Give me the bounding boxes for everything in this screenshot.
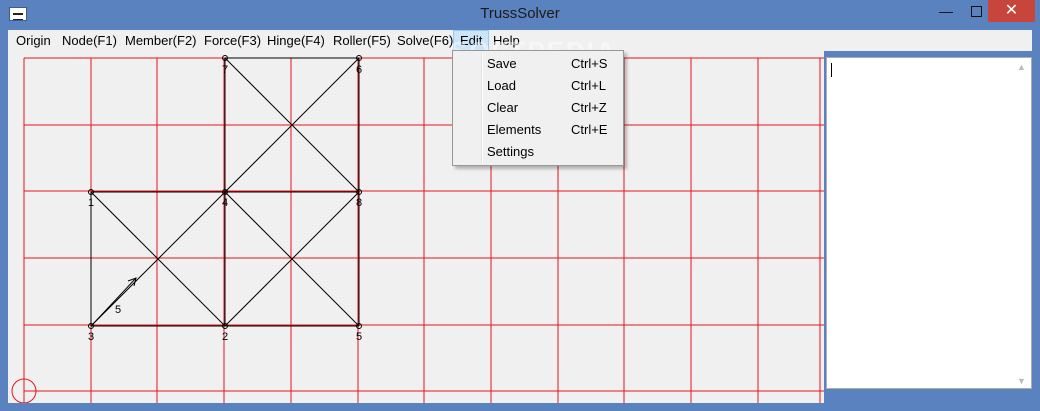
menu-item-elements[interactable]: Elements Ctrl+E xyxy=(455,119,621,141)
menu-item-label: Load xyxy=(487,78,516,93)
menu-item-label: Clear xyxy=(487,100,519,115)
menu-member[interactable]: Member(F2) xyxy=(119,30,203,51)
menu-item-shortcut: Ctrl+Z xyxy=(571,100,607,115)
node-label: 7 xyxy=(222,64,228,76)
menu-item-shortcut: Ctrl+S xyxy=(571,56,608,71)
minimize-button[interactable]: — xyxy=(932,0,960,22)
menu-node[interactable]: Node(F1) xyxy=(56,30,123,51)
title-bar[interactable]: TrussSolver — ✕ xyxy=(0,0,1040,30)
close-button[interactable]: ✕ xyxy=(988,0,1035,22)
menu-item-save[interactable]: Save Ctrl+S xyxy=(455,53,621,75)
app-window: TrussSolver — ✕ Origin Node(F1) Member(F… xyxy=(0,0,1040,411)
edit-dropdown-menu: Save Ctrl+S Load Ctrl+L Clear Ctrl+Z Ele… xyxy=(452,50,624,166)
node-label: 8 xyxy=(356,197,362,209)
menu-item-shortcut: Ctrl+E xyxy=(571,122,608,137)
node-label: 3 xyxy=(88,331,94,343)
menu-item-clear[interactable]: Clear Ctrl+Z xyxy=(455,97,621,119)
scroll-down-icon[interactable]: ▼ xyxy=(1017,376,1026,386)
menu-item-label: Save xyxy=(487,56,517,71)
menu-force[interactable]: Force(F3) xyxy=(198,30,267,51)
force-label: 5 xyxy=(115,304,121,316)
node-label: 1 xyxy=(88,197,94,209)
truss-drawing[interactable]: 1 2 3 4 5 6 7 8 5 xyxy=(8,51,824,403)
force-arrow xyxy=(92,277,137,325)
window-title: TrussSolver xyxy=(480,5,560,22)
node-label: 4 xyxy=(222,197,228,209)
maximize-icon xyxy=(970,6,982,17)
text-caret xyxy=(831,63,832,77)
truss-canvas[interactable]: 1 2 3 4 5 6 7 8 5 xyxy=(8,51,824,403)
output-textbox[interactable]: ▲ ▼ xyxy=(826,57,1032,389)
scroll-up-icon[interactable]: ▲ xyxy=(1017,62,1026,72)
node-label: 6 xyxy=(356,64,362,76)
menu-roller[interactable]: Roller(F5) xyxy=(327,30,397,51)
node-label: 2 xyxy=(222,331,228,343)
menu-item-settings[interactable]: Settings xyxy=(455,141,621,163)
menu-item-load[interactable]: Load Ctrl+L xyxy=(455,75,621,97)
menu-item-label: Elements xyxy=(487,122,542,137)
maximize-button[interactable] xyxy=(962,0,990,22)
menu-hinge[interactable]: Hinge(F4) xyxy=(261,30,331,51)
menu-item-shortcut: Ctrl+L xyxy=(571,78,607,93)
vertical-scrollbar[interactable]: ▲ ▼ xyxy=(1014,58,1031,388)
menu-item-label: Settings xyxy=(487,144,534,159)
menu-origin[interactable]: Origin xyxy=(10,30,57,51)
node-label: 5 xyxy=(356,331,362,343)
